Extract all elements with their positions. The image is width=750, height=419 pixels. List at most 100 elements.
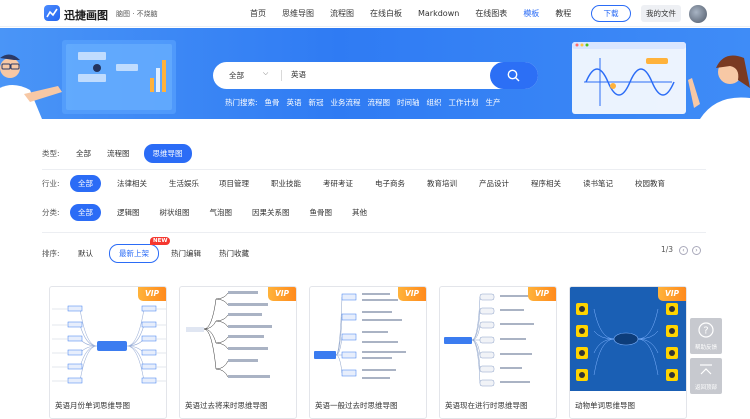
template-title[interactable]: 英语过去将来时思维导图 xyxy=(185,400,268,411)
chevron-down-icon[interactable]: ⌵ xyxy=(263,69,268,78)
template-card[interactable]: VIP 英语现在进行时思维导图 xyxy=(439,286,557,419)
filter-type-all[interactable]: 全部 xyxy=(76,148,91,159)
prev-page-icon[interactable]: ‹ xyxy=(679,246,688,255)
vip-badge: VIP xyxy=(268,287,296,301)
search-category-select[interactable]: 全部 xyxy=(229,70,244,81)
template-title[interactable]: 动物单词思维导图 xyxy=(575,400,635,411)
filter-industry-item[interactable]: 校园教育 xyxy=(635,178,665,189)
filter-category-label: 分类: xyxy=(42,208,60,217)
feedback-button[interactable]: ? 帮助反馈 xyxy=(690,318,722,354)
sort-newest[interactable]: 最新上架 NEW xyxy=(109,237,171,263)
hot-term[interactable]: 鱼骨 xyxy=(265,97,280,108)
hot-term[interactable]: 组织 xyxy=(427,97,442,108)
search-input[interactable] xyxy=(291,70,441,79)
svg-text:?: ? xyxy=(703,326,708,337)
filter-industry-item[interactable]: 程序相关 xyxy=(531,178,561,189)
hot-term[interactable]: 新冠 xyxy=(309,97,324,108)
vip-badge: VIP xyxy=(138,287,166,301)
sort-hot-fav[interactable]: 热门收藏 xyxy=(219,248,249,259)
nav-whiteboard[interactable]: 在线白板 xyxy=(370,8,402,19)
back-to-top-button[interactable]: 返回顶部 xyxy=(690,358,722,394)
my-files-button[interactable]: 我的文件 xyxy=(641,5,681,22)
template-card[interactable]: VIP 英语一般过去时思维导图 xyxy=(309,286,427,419)
nav-home[interactable]: 首页 xyxy=(250,8,266,19)
filter-industry-item[interactable]: 教育培训 xyxy=(427,178,457,189)
avatar[interactable] xyxy=(689,5,707,23)
hot-term[interactable]: 工作计划 xyxy=(449,97,479,108)
hot-search-label: 热门搜索: xyxy=(225,98,258,107)
filter-industry-item[interactable]: 产品设计 xyxy=(479,178,509,189)
search-icon xyxy=(507,69,520,82)
arrow-up-icon xyxy=(700,364,712,375)
vip-badge: VIP xyxy=(658,287,686,301)
filter-category-item[interactable]: 其他 xyxy=(352,207,367,218)
filter-type-mindmap[interactable]: 思维导图 xyxy=(143,144,192,163)
logo-icon[interactable] xyxy=(44,5,60,21)
filter-industry-item[interactable]: 生活娱乐 xyxy=(169,178,199,189)
search-bar: 全部 ⌵ xyxy=(213,62,538,89)
nav-markdown[interactable]: Markdown xyxy=(418,9,459,18)
template-thumbnail xyxy=(180,287,296,391)
filter-type-flowchart[interactable]: 流程图 xyxy=(107,148,130,159)
filter-industry-item[interactable]: 职业技能 xyxy=(271,178,301,189)
feedback-label: 帮助反馈 xyxy=(694,345,717,351)
filter-industry-item[interactable]: 法律相关 xyxy=(117,178,147,189)
brand-name[interactable]: 迅捷画图 xyxy=(64,7,108,23)
template-title[interactable]: 英语现在进行时思维导图 xyxy=(445,400,528,411)
vip-badge: VIP xyxy=(398,287,426,301)
template-title[interactable]: 英语月份单词思维导图 xyxy=(55,400,130,411)
hot-term[interactable]: 流程图 xyxy=(368,97,391,108)
hot-searches: 热门搜索: 鱼骨 英语 新冠 业务流程 流程图 时间轴 组织 工作计划 生产 xyxy=(225,97,508,108)
filter-industry-item[interactable]: 项目管理 xyxy=(219,178,249,189)
template-thumbnail xyxy=(50,287,166,391)
page-indicator: 1/3 xyxy=(661,245,674,254)
vip-badge: VIP xyxy=(528,287,556,301)
template-title[interactable]: 英语一般过去时思维导图 xyxy=(315,400,398,411)
back-to-top-label: 返回顶部 xyxy=(694,385,717,391)
nav-mindmap[interactable]: 思维导图 xyxy=(282,8,314,19)
sort-label: 排序: xyxy=(42,249,60,258)
top-navbar: 迅捷画图 脑图 · 不烧脑 首页 思维导图 流程图 在线白板 Markdown … xyxy=(0,0,750,27)
hot-term[interactable]: 时间轴 xyxy=(397,97,420,108)
download-button[interactable]: 下载 xyxy=(591,5,631,22)
search-banner: 全部 ⌵ 热门搜索: 鱼骨 英语 新冠 业务流程 流程图 时间轴 组织 工作计划… xyxy=(0,28,750,119)
filter-industry-item[interactable]: 电子商务 xyxy=(375,178,405,189)
filter-type-label: 类型: xyxy=(42,149,60,158)
filter-industry-all[interactable]: 全部 xyxy=(70,175,101,192)
template-thumbnail xyxy=(310,287,426,391)
filter-category-item[interactable]: 鱼骨图 xyxy=(310,207,333,218)
template-card[interactable]: VIP 英语月份单词思维导图 xyxy=(49,286,167,419)
sort-default[interactable]: 默认 xyxy=(78,248,93,259)
main-nav: 首页 思维导图 流程图 在线白板 Markdown 在线图表 模板 教程 xyxy=(250,0,587,27)
hot-term[interactable]: 生产 xyxy=(486,97,501,108)
sort-hot-edit[interactable]: 热门编辑 xyxy=(171,248,201,259)
help-icon: ? xyxy=(698,322,714,338)
filter-industry-row: 行业: 全部 法律相关 生活娱乐 项目管理 职业技能 考研考证 电子商务 教育培… xyxy=(42,175,665,192)
nav-templates[interactable]: 模板 xyxy=(523,8,539,19)
sort-newest-label: 最新上架 xyxy=(119,249,149,258)
template-card[interactable]: VIP 动物单词思维导图 xyxy=(569,286,687,419)
divider xyxy=(42,169,706,170)
nav-tutorial[interactable]: 教程 xyxy=(555,8,571,19)
filter-category-all[interactable]: 全部 xyxy=(70,204,101,221)
filter-industry-label: 行业: xyxy=(42,179,60,188)
template-card[interactable]: VIP 英语过去将来时思维导图 xyxy=(179,286,297,419)
sort-row: 排序: 默认 最新上架 NEW 热门编辑 热门收藏 xyxy=(42,237,249,263)
filter-category-item[interactable]: 逻辑图 xyxy=(117,207,140,218)
filter-category-row: 分类: 全部 逻辑图 树状组图 气泡图 因果关系图 鱼骨图 其他 xyxy=(42,204,367,221)
filter-category-item[interactable]: 因果关系图 xyxy=(252,207,290,218)
next-page-icon[interactable]: › xyxy=(692,246,701,255)
filter-category-item[interactable]: 树状组图 xyxy=(160,207,190,218)
filter-industry-item[interactable]: 考研考证 xyxy=(323,178,353,189)
search-button[interactable] xyxy=(490,62,538,89)
nav-flowchart[interactable]: 流程图 xyxy=(330,8,354,19)
filter-industry-item[interactable]: 读书笔记 xyxy=(583,178,613,189)
search-divider xyxy=(281,70,282,81)
hot-term[interactable]: 英语 xyxy=(287,97,302,108)
nav-charts[interactable]: 在线图表 xyxy=(475,8,507,19)
hot-term[interactable]: 业务流程 xyxy=(331,97,361,108)
filter-category-item[interactable]: 气泡图 xyxy=(210,207,233,218)
template-thumbnail xyxy=(440,287,556,391)
divider xyxy=(42,232,706,233)
filter-type-row: 类型: 全部 流程图 思维导图 xyxy=(42,144,192,163)
